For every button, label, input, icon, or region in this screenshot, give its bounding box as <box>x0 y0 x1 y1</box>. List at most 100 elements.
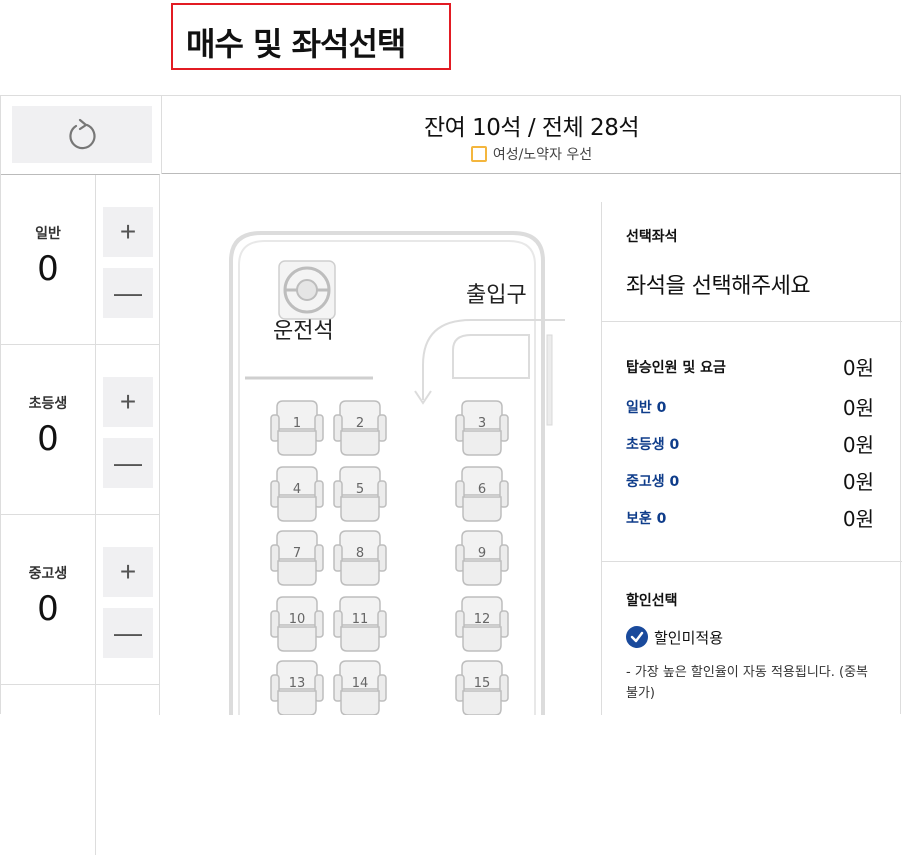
counter-label: 중고생 <box>28 566 68 582</box>
seat-number: 10 <box>289 612 306 627</box>
seat-number: 15 <box>474 676 491 691</box>
increase-button[interactable]: + <box>103 377 153 427</box>
selected-seats-title: 선택좌석 <box>626 229 678 245</box>
decrease-button[interactable]: — <box>103 608 153 658</box>
seat-14[interactable]: 14 <box>333 660 387 716</box>
steering-wheel-icon <box>278 260 336 320</box>
refresh-cell <box>1 96 162 174</box>
seat-number: 2 <box>356 416 364 431</box>
seat-number: 7 <box>293 546 301 561</box>
priority-legend: 여성/노약자 우선 <box>162 144 901 164</box>
fare-total-amount: 0원 <box>842 356 874 380</box>
discount-option-label: 할인미적용 <box>654 628 724 647</box>
plus-icon: + <box>119 556 137 587</box>
seat-number: 12 <box>474 612 491 627</box>
increase-button[interactable]: + <box>103 207 153 257</box>
seat-10[interactable]: 10 <box>270 596 324 652</box>
seat-1[interactable]: 1 <box>270 400 324 456</box>
fare-section: 탑승인원 및 요금 0원 일반 0 0원 초등생 0 0원 중고생 0 0원 보… <box>602 322 902 562</box>
seat-number: 5 <box>356 482 364 497</box>
counter-label: 일반 <box>35 226 61 242</box>
seat-2[interactable]: 2 <box>333 400 387 456</box>
counter-general-info: 일반 0 <box>1 175 96 344</box>
seat-number: 8 <box>356 546 364 561</box>
fare-title: 탑승인원 및 요금 <box>626 359 726 376</box>
booking-panel: 잔여 10석 / 전체 28석 여성/노약자 우선 일반 0 + — 초등생 0… <box>0 95 902 855</box>
title-highlight-box: 매수 및 좌석선택 <box>171 3 451 70</box>
seat-number: 9 <box>478 546 486 561</box>
plus-icon: + <box>119 386 137 417</box>
fare-total-row: 탑승인원 및 요금 0원 <box>626 352 874 381</box>
fare-row: 일반 0 0원 <box>626 392 874 421</box>
fare-row-label: 보훈 0 <box>626 510 667 527</box>
seat-8[interactable]: 8 <box>333 530 387 586</box>
seat-summary: 잔여 10석 / 전체 28석 여성/노약자 우선 <box>162 96 901 174</box>
seat-number: 4 <box>293 482 301 497</box>
minus-icon: — <box>114 447 142 478</box>
seat-7[interactable]: 7 <box>270 530 324 586</box>
fare-row-amount: 0원 <box>842 507 874 531</box>
fare-row-amount: 0원 <box>842 396 874 420</box>
fare-row: 중고생 0 0원 <box>626 466 874 495</box>
counter-next-info <box>1 685 96 855</box>
counter-value: 0 <box>37 589 59 629</box>
discount-section: 할인선택 할인미적용 - 가장 높은 할인율이 자동 적용됩니다. (중복불가) <box>602 562 902 715</box>
seat-11[interactable]: 11 <box>333 596 387 652</box>
selected-seats-section: 선택좌석 좌석을 선택해주세요 <box>602 202 902 322</box>
counter-label: 초등생 <box>28 396 68 412</box>
counter-elementary: 초등생 0 + — <box>1 345 159 515</box>
fare-row: 보훈 0 0원 <box>626 503 874 532</box>
discount-note: - 가장 높은 할인율이 자동 적용됩니다. (중복불가) <box>626 665 869 701</box>
seat-number: 14 <box>352 676 369 691</box>
minus-icon: — <box>114 617 142 648</box>
checkmark-icon <box>626 626 648 648</box>
seat-number: 3 <box>478 416 486 431</box>
priority-legend-swatch <box>470 146 487 162</box>
counter-elementary-info: 초등생 0 <box>1 345 96 514</box>
fare-row-amount: 0원 <box>842 470 874 494</box>
counter-general: 일반 0 + — <box>1 175 159 345</box>
counter-middle-high-info: 중고생 0 <box>1 515 96 684</box>
bus-layout: 운전석 출입구 1 2 34 5 67 8 910 11 1213 14 15 <box>229 231 565 716</box>
fare-row-label: 일반 0 <box>626 399 667 416</box>
page-title: 매수 및 좌석선택 <box>186 25 406 63</box>
entrance-label: 출입구 <box>466 283 527 308</box>
seat-3[interactable]: 3 <box>455 400 509 456</box>
seat-number: 1 <box>293 416 301 431</box>
seats-layer: 1 2 34 5 67 8 910 11 1213 14 15 <box>270 400 509 716</box>
seat-number: 13 <box>289 676 306 691</box>
driver-seat-label: 운전석 <box>273 319 334 344</box>
remaining-seats-text: 잔여 10석 / 전체 28석 <box>424 115 640 141</box>
seat-map: 운전석 출입구 1 2 3 4 5 6 7 8 9 10 11 12 13 14 15 <box>161 175 601 716</box>
refresh-icon <box>69 118 96 149</box>
selected-seats-message: 좌석을 선택해주세요 <box>626 274 811 299</box>
seat-13[interactable]: 13 <box>270 660 324 716</box>
decrease-button[interactable]: — <box>103 268 153 318</box>
seat-number: 6 <box>478 482 486 497</box>
seat-12[interactable]: 12 <box>455 596 509 652</box>
counter-middle-high: 중고생 0 + — <box>1 515 159 685</box>
booking-info: 선택좌석 좌석을 선택해주세요 탑승인원 및 요금 0원 일반 0 0원 초등생… <box>601 202 902 715</box>
discount-option-none[interactable]: 할인미적용 <box>626 626 723 648</box>
counter-value: 0 <box>37 419 59 459</box>
refresh-button[interactable] <box>12 106 152 163</box>
minus-icon: — <box>114 277 142 308</box>
seat-15[interactable]: 15 <box>455 660 509 716</box>
fare-row-amount: 0원 <box>842 433 874 457</box>
seat-4[interactable]: 4 <box>270 466 324 522</box>
seat-6[interactable]: 6 <box>455 466 509 522</box>
fare-row-label: 초등생 0 <box>626 436 680 453</box>
plus-icon: + <box>119 216 137 247</box>
fare-row-label: 중고생 0 <box>626 473 680 490</box>
decrease-button[interactable]: — <box>103 438 153 488</box>
counter-next-partial <box>1 685 159 855</box>
priority-legend-label: 여성/노약자 우선 <box>492 147 593 163</box>
seat-number: 11 <box>352 612 369 627</box>
increase-button[interactable]: + <box>103 547 153 597</box>
passenger-counters: 일반 0 + — 초등생 0 + — 중고생 0 + — <box>1 174 160 855</box>
seat-5[interactable]: 5 <box>333 466 387 522</box>
seat-9[interactable]: 9 <box>455 530 509 586</box>
discount-title: 할인선택 <box>626 593 678 609</box>
fare-row: 초등생 0 0원 <box>626 429 874 458</box>
counter-value: 0 <box>37 249 59 289</box>
